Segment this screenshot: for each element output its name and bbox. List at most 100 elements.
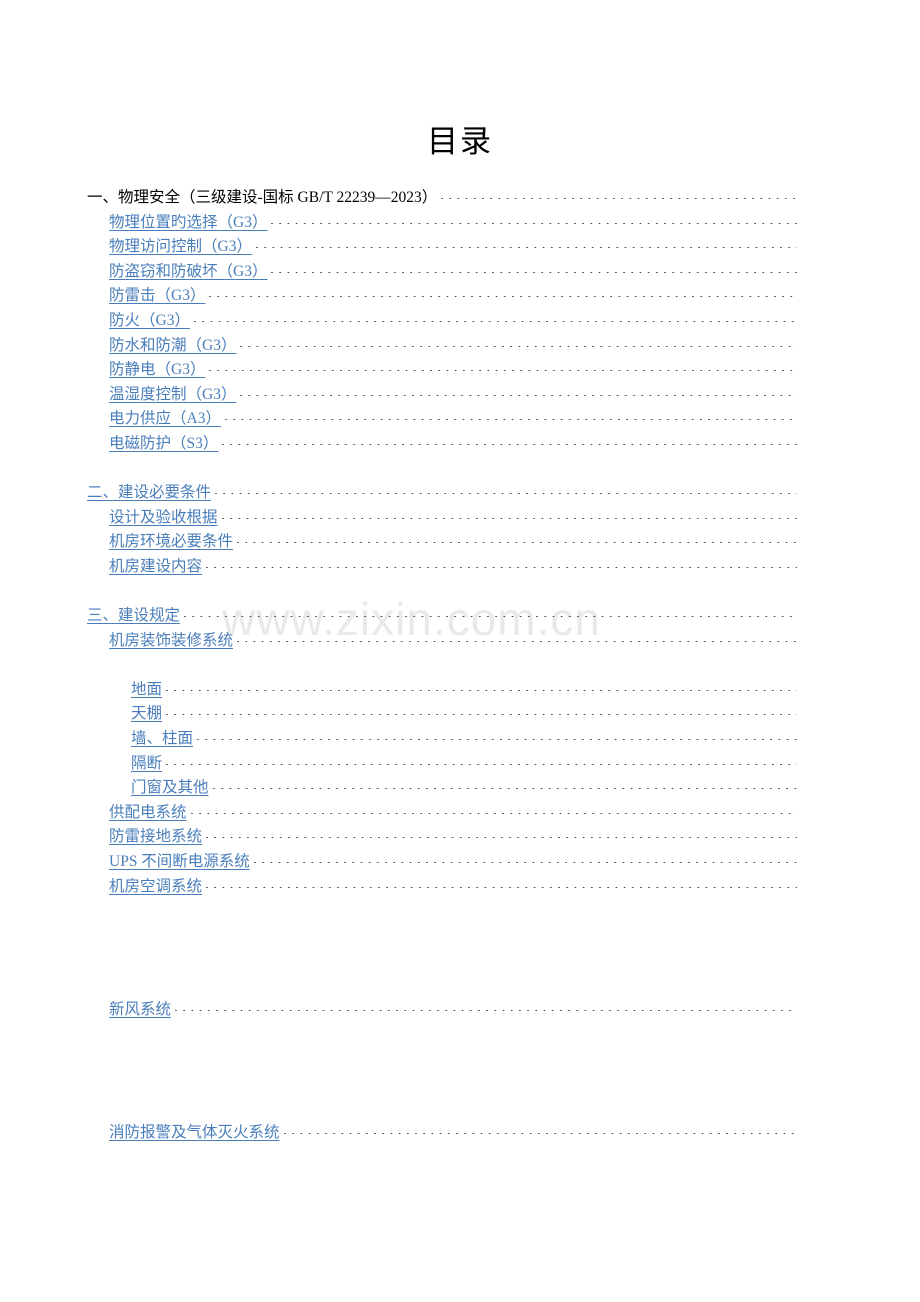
toc-entry[interactable]: 一、物理安全（三级建设-国标 GB/T 22239—2023） [87,186,797,211]
toc-entry-label: 设计及验收根据 [109,508,218,526]
toc-dot-leader [166,763,797,765]
toc-dot-leader [175,1009,797,1011]
toc-entry[interactable]: 三、建设规定 [87,604,797,629]
toc-dot-leader [237,640,797,642]
toc-entry-label: 门窗及其他 [131,779,209,797]
toc-entry[interactable]: 天棚 [131,702,797,727]
toc-dot-leader [193,320,797,322]
toc-entry[interactable]: 物理访问控制（G3） [109,235,797,260]
toc-dot-leader [206,566,797,568]
toc-dot-leader [271,222,797,224]
toc-entry[interactable]: 消防报警及气体灭火系统 [109,1121,797,1146]
toc-entry[interactable]: 机房装饰装修系统 [109,629,797,654]
toc-entry-label: 机房装饰装修系统 [109,631,234,649]
toc-dot-leader [221,517,797,519]
toc-dot-leader [441,198,797,199]
toc-entry-label: 天棚 [131,705,163,723]
toc-spacer [87,457,797,482]
toc-entry-label: 防盗窃和防破坏（G3） [109,262,268,280]
toc-entry-label: 墙、柱面 [131,730,194,748]
page-title: 目录 [427,124,493,159]
toc-entry[interactable]: 电磁防护（S3） [109,432,797,457]
toc-entry[interactable]: 温湿度控制（G3） [109,383,797,408]
toc-entry-label: 物理访问控制（G3） [109,238,252,256]
toc-entry-label: 机房建设内容 [109,557,203,575]
toc-entry-label: 地面 [131,680,163,698]
toc-continuation-row [131,973,797,998]
toc-dot-leader [224,419,797,421]
toc-entry-label: 防水和防潮（G3） [109,336,237,354]
toc-entry-label: 防雷接地系统 [109,828,203,846]
toc-entry-label: 防静电（G3） [109,361,206,379]
toc-entry-label: 机房环境必要条件 [109,533,234,551]
toc-dot-leader [206,886,797,888]
toc-entry[interactable]: 电力供应（A3） [109,407,797,432]
toc-dot-leader [222,443,797,445]
toc-entry-label: UPS 不间断电源系统 [109,853,250,871]
toc-entry[interactable]: 防盗窃和防破坏（G3） [109,260,797,285]
toc-entry-label: 三、建设规定 [87,607,181,625]
toc-entry[interactable]: 墙、柱面 [131,727,797,752]
toc-entry[interactable]: 地面 [131,678,797,703]
toc-entry[interactable]: 防静电（G3） [109,358,797,383]
toc-dot-leader [237,542,797,544]
toc-entry[interactable]: UPS 不间断电源系统 [109,850,797,875]
toc-dot-leader [240,394,797,396]
toc-continuation-row [131,653,797,678]
toc-entry-label: 新风系统 [109,1000,172,1018]
toc-dot-leader [215,493,797,495]
toc-continuation-row [131,899,797,924]
toc-entry[interactable]: 机房环境必要条件 [109,530,797,555]
toc-entry[interactable]: 供配电系统 [109,801,797,826]
toc-entry-label: 机房空调系统 [109,877,203,895]
toc-entry[interactable]: 机房建设内容 [109,555,797,580]
toc-entry-label: 防雷击（G3） [109,287,206,305]
toc-continuation-row [131,1071,797,1096]
toc-dot-leader [209,296,797,298]
toc-entry[interactable]: 防雷接地系统 [109,825,797,850]
toc-entry[interactable]: 防水和防潮（G3） [109,334,797,359]
toc-continuation-row [131,1096,797,1121]
toc-entry[interactable]: 二、建设必要条件 [87,481,797,506]
toc-entry[interactable]: 设计及验收根据 [109,506,797,531]
toc-entry[interactable]: 物理位置旳选择（G3） [109,211,797,236]
toc-continuation-row [131,1170,797,1195]
toc-dot-leader [212,788,797,790]
toc-entry-label: 电磁防护（S3） [109,434,219,452]
toc-entry-label: 隔断 [131,754,163,772]
toc-dot-leader [166,714,797,716]
toc-dot-leader [255,247,797,249]
table-of-contents: 一、物理安全（三级建设-国标 GB/T 22239—2023） 物理位置旳选择（G… [87,186,797,1194]
toc-dot-leader [197,739,797,741]
toc-entry[interactable]: 防雷击（G3） [109,284,797,309]
toc-entry-label: 电力供应（A3） [109,410,221,428]
document-page: www.zixin.com.cn 目录 一、物理安全（三级建设-国标 GB/T … [0,0,920,1302]
toc-entry[interactable]: 机房空调系统 [109,875,797,900]
toc-continuation-row [131,1022,797,1047]
toc-dot-leader [271,271,797,273]
toc-entry[interactable]: 隔断 [131,752,797,777]
toc-dot-leader [253,862,797,864]
toc-dot-leader [184,616,797,618]
toc-continuation-row [131,1145,797,1170]
toc-entry[interactable]: 门窗及其他 [131,776,797,801]
toc-dot-leader [166,689,797,691]
toc-dot-leader [209,370,797,372]
toc-dot-leader [190,812,797,814]
toc-entry-label: 物理位置旳选择（G3） [109,213,268,231]
toc-entry-label: 防火（G3） [109,311,190,329]
toc-dot-leader [283,1132,797,1134]
toc-entry-label: 二、建设必要条件 [87,484,212,502]
toc-entry-label: 一、物理安全（三级建设-国标 GB/T 22239—2023） [87,189,438,206]
toc-entry-label: 供配电系统 [109,803,187,821]
toc-continuation-row [131,1047,797,1072]
toc-entry-label: 温湿度控制（G3） [109,385,237,403]
toc-entry-label: 消防报警及气体灭火系统 [109,1123,280,1141]
toc-dot-leader [240,345,797,347]
toc-entry[interactable]: 新风系统 [109,998,797,1023]
toc-continuation-row [131,924,797,949]
toc-entry[interactable]: 防火（G3） [109,309,797,334]
toc-dot-leader [206,837,797,839]
toc-spacer [87,580,797,605]
toc-continuation-row [131,948,797,973]
